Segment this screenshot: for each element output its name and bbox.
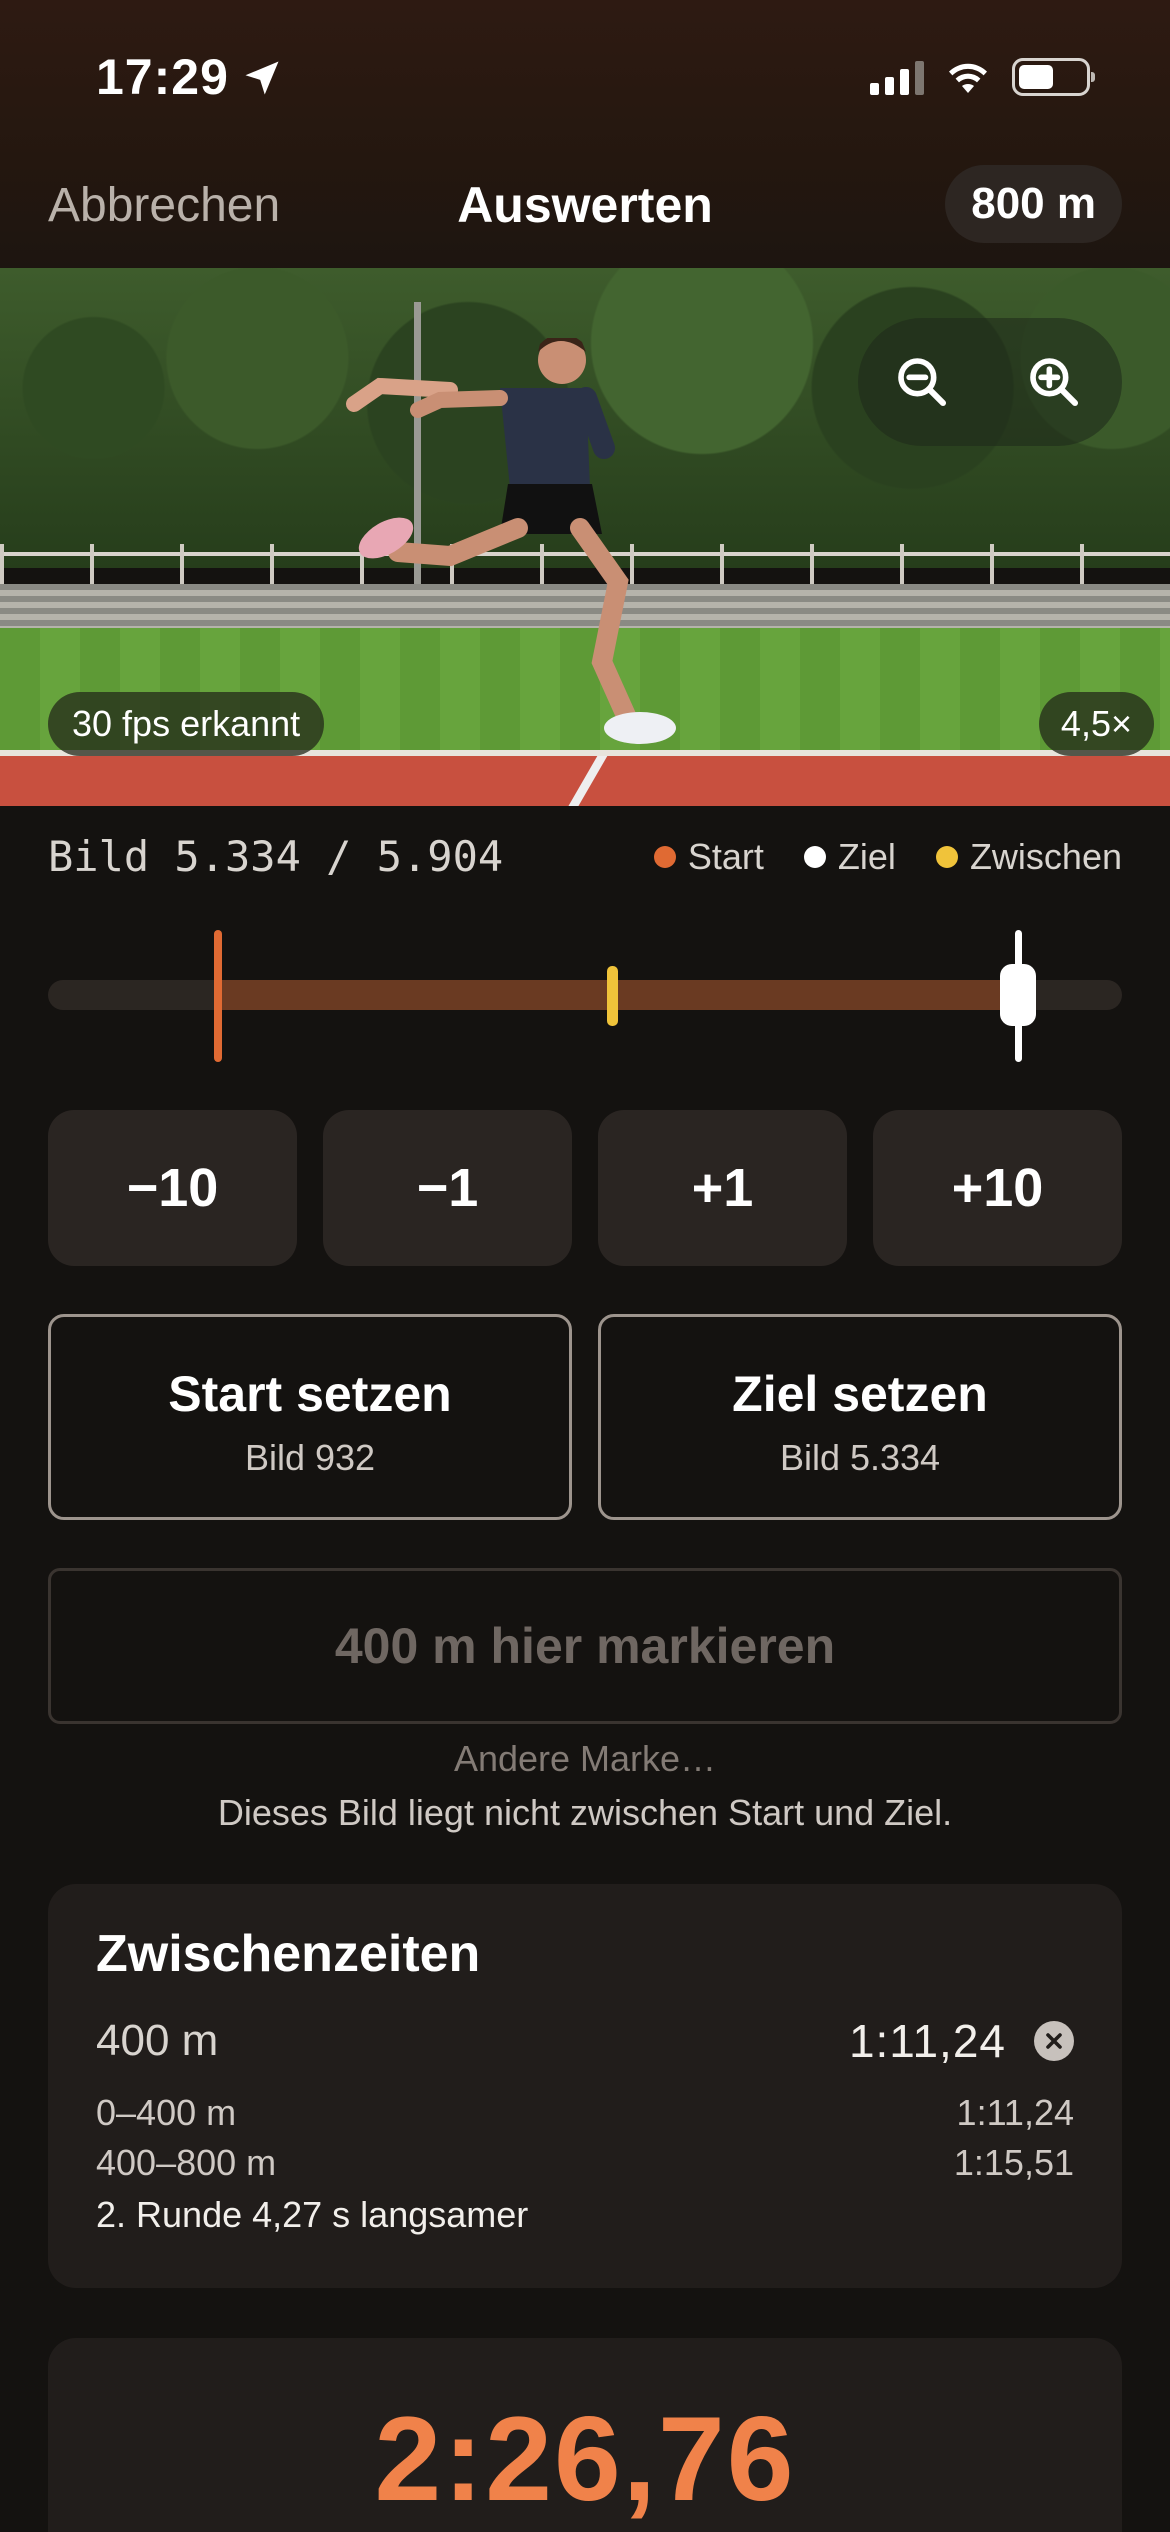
cellular-signal-icon: [870, 59, 924, 95]
header: 17:29 Abbrechen Auswerten 800 m: [0, 0, 1170, 268]
splits-card: Zwischenzeiten 400 m 1:11,24 0–400 m 1:1…: [48, 1884, 1122, 2288]
list-item: 0–400 m 1:11,24: [96, 2092, 1074, 2133]
frame-counter: Bild 5.334 / 5.904: [48, 832, 504, 881]
start-dot-icon: [653, 846, 676, 868]
frame-scrubber[interactable]: [48, 930, 1122, 1062]
splits-title: Zwischenzeiten: [96, 1925, 481, 1983]
mark-hint: Dieses Bild liegt nicht zwischen Start u…: [217, 1792, 953, 1833]
split-row: 400 m 1:11,24: [96, 2014, 1074, 2068]
split-marker[interactable]: [607, 966, 618, 1026]
zoom-in-icon[interactable]: [1014, 342, 1094, 422]
status-time: 17:29: [96, 49, 229, 105]
legend: Start Ziel Zwischen: [653, 836, 1122, 878]
mark-split-button[interactable]: 400 m hier markieren: [48, 1568, 1122, 1724]
zoom-out-icon[interactable]: [882, 342, 962, 422]
cancel-button[interactable]: Abbrechen: [48, 178, 280, 233]
set-finish-frame: Bild 5.334: [779, 1437, 941, 1478]
remove-split-icon[interactable]: [1034, 2021, 1074, 2061]
set-finish-title: Ziel setzen: [732, 1366, 988, 1422]
selected-range: [218, 980, 1018, 1010]
legend-finish: Ziel: [803, 836, 896, 878]
list-item: 400–800 m 1:15,51: [96, 2142, 1074, 2183]
legend-split: Zwischen: [935, 836, 1122, 878]
zoom-controls: [858, 318, 1122, 446]
distance-selector[interactable]: 800 m: [945, 165, 1122, 243]
set-start-frame: Bild 932: [244, 1437, 376, 1478]
step-minus-1-button[interactable]: −1: [323, 1110, 572, 1266]
frame-step-buttons: −10 −1 +1 +10: [48, 1110, 1122, 1266]
split-time: 1:11,24: [848, 2015, 1006, 2067]
zoom-level-badge: 4,5×: [1038, 692, 1154, 756]
step-plus-1-button[interactable]: +1: [598, 1110, 847, 1266]
split-dot-icon: [935, 846, 958, 868]
step-plus-10-button[interactable]: +10: [873, 1110, 1122, 1266]
lap-comparison-note: 2. Runde 4,27 s langsamer: [96, 2194, 529, 2235]
total-time: 2:26,76: [374, 2392, 796, 2526]
split-label: 400 m: [96, 2016, 219, 2065]
start-marker[interactable]: [214, 930, 222, 1062]
set-finish-button[interactable]: Ziel setzen Bild 5.334: [598, 1314, 1122, 1520]
other-mark-link[interactable]: Andere Marke…: [0, 1738, 1170, 1780]
location-arrow-icon: [245, 61, 279, 95]
status-icons: [870, 58, 1095, 96]
wifi-icon: [949, 63, 987, 93]
playhead-handle[interactable]: [1000, 964, 1036, 1026]
fps-badge: 30 fps erkannt: [48, 692, 325, 756]
battery-icon: [1012, 58, 1095, 96]
step-minus-10-button[interactable]: −10: [48, 1110, 297, 1266]
finish-dot-icon: [803, 846, 826, 868]
set-start-button[interactable]: Start setzen Bild 932: [48, 1314, 572, 1520]
legend-start: Start: [653, 836, 764, 878]
total-time-card: 2:26,76: [48, 2338, 1122, 2532]
video-frame[interactable]: 30 fps erkannt 4,5×: [0, 268, 1170, 806]
runner-figure: [346, 338, 676, 744]
set-start-title: Start setzen: [168, 1366, 452, 1422]
segment-list: 0–400 m 1:11,24 400–800 m 1:15,51 2. Run…: [96, 2088, 1074, 2236]
set-buttons: Start setzen Bild 932 Ziel setzen Bild 5…: [48, 1314, 1122, 1520]
